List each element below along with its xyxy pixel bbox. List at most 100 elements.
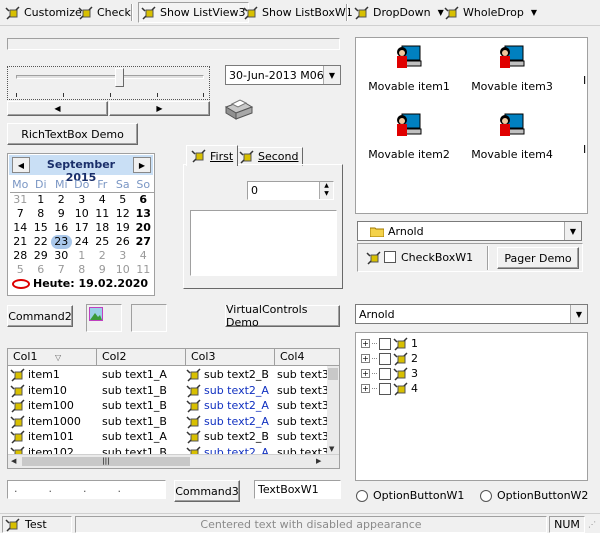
- calendar-day[interactable]: 21: [10, 235, 31, 249]
- expand-icon[interactable]: +: [361, 369, 370, 378]
- table-row[interactable]: item10 sub text1_B sub text2_A sub text3_A: [8, 383, 339, 398]
- calendar-day[interactable]: 29: [31, 249, 52, 263]
- calendar-day[interactable]: 20: [133, 221, 154, 235]
- calendar-day[interactable]: 11: [133, 263, 154, 277]
- calendar-day[interactable]: 15: [31, 221, 52, 235]
- calendar-day[interactable]: 1: [31, 193, 52, 207]
- list-item[interactable]: Movable item3: [467, 42, 557, 93]
- calendar-day[interactable]: 31: [10, 193, 31, 207]
- tree-checkbox[interactable]: [379, 382, 391, 395]
- spinner-buttons[interactable]: ▲ ▼: [319, 182, 333, 199]
- list-item[interactable]: Movable item4: [467, 110, 557, 161]
- chevron-down-icon[interactable]: ▼: [570, 305, 587, 323]
- calendar-day[interactable]: 10: [72, 207, 93, 221]
- tree-node[interactable]: +4: [361, 381, 418, 396]
- scroll-down-icon[interactable]: ▼: [329, 445, 334, 453]
- calendar-day[interactable]: 30: [51, 249, 72, 263]
- spinner-input[interactable]: 0 ▲ ▼: [247, 181, 334, 200]
- column-header[interactable]: Col1 ▽: [8, 349, 97, 366]
- option-button-w1[interactable]: OptionButtonW1: [356, 489, 464, 502]
- check-button[interactable]: Check: [76, 2, 133, 23]
- dropdown-button[interactable]: DropDown ▼: [352, 2, 446, 23]
- calendar-day[interactable]: 28: [10, 249, 31, 263]
- date-picker[interactable]: 30-Jun-2013 M06 ▼: [225, 65, 341, 85]
- calendar-day[interactable]: 9: [92, 263, 113, 277]
- calendar-day[interactable]: 14: [10, 221, 31, 235]
- calendar-day[interactable]: 4: [133, 249, 154, 263]
- table-row[interactable]: item1 sub text1_A sub text2_B sub text3_E: [8, 367, 339, 382]
- calendar-day[interactable]: 27: [133, 235, 154, 249]
- column-header[interactable]: Col4: [275, 349, 339, 366]
- calendar-day[interactable]: 17: [72, 221, 93, 235]
- slider-thumb[interactable]: [115, 68, 124, 87]
- calendar-day[interactable]: 6: [31, 263, 52, 277]
- calendar-day[interactable]: 5: [10, 263, 31, 277]
- column-header[interactable]: Col3: [186, 349, 275, 366]
- tree-node[interactable]: +1: [361, 336, 418, 351]
- textbox-w1[interactable]: TextBoxW1: [254, 480, 341, 499]
- tab-first[interactable]: First: [186, 145, 239, 166]
- expand-icon[interactable]: +: [361, 354, 370, 363]
- scrollbar-thumb[interactable]: [328, 368, 338, 380]
- calendar-day[interactable]: 19: [113, 221, 134, 235]
- masked-input[interactable]: ....: [7, 480, 166, 499]
- table-row[interactable]: item101 sub text1_A sub text2_B sub text3_E: [8, 429, 339, 444]
- calendar-day[interactable]: 7: [51, 263, 72, 277]
- calendar-day[interactable]: 6: [133, 193, 154, 207]
- tree-checkbox[interactable]: [379, 352, 391, 365]
- scroll-left-icon[interactable]: ◀: [11, 457, 16, 465]
- chevron-down-icon[interactable]: ▼: [323, 66, 340, 84]
- calendar-day[interactable]: 4: [92, 193, 113, 207]
- richtextbox-demo-button[interactable]: RichTextBox Demo: [7, 123, 138, 145]
- option-button-w2[interactable]: OptionButtonW2: [480, 489, 588, 502]
- name-combo[interactable]: Arnold ▼: [355, 304, 588, 324]
- icon-listview[interactable]: Movable item1 Movable item3 Movable item…: [355, 37, 588, 214]
- horizontal-scrollbar[interactable]: ◀ ||| ▶: [8, 454, 339, 468]
- slider[interactable]: [7, 66, 210, 100]
- list-item[interactable]: Movable item2: [364, 110, 454, 161]
- calendar-day[interactable]: 18: [92, 221, 113, 235]
- list-item[interactable]: Movable item1: [364, 42, 454, 93]
- calendar-day[interactable]: 7: [10, 207, 31, 221]
- next-month-button[interactable]: ▶: [133, 157, 151, 173]
- table-row[interactable]: item1000 sub text1_B sub text2_A sub text3_…: [8, 414, 339, 429]
- tree-checkbox[interactable]: [379, 337, 391, 350]
- calendar-day[interactable]: 9: [51, 207, 72, 221]
- calendar-day[interactable]: 11: [92, 207, 113, 221]
- calendar-day[interactable]: 13: [133, 207, 154, 221]
- scroll-left-button[interactable]: ◀: [7, 101, 108, 116]
- calendar-day[interactable]: 2: [51, 193, 72, 207]
- show-listview-button[interactable]: Show ListView3: [138, 2, 249, 23]
- calendar-day[interactable]: 3: [113, 249, 134, 263]
- checkbox-w1[interactable]: [384, 251, 396, 263]
- expand-icon[interactable]: +: [361, 339, 370, 348]
- scroll-right-button[interactable]: ▶: [109, 101, 210, 116]
- folder-combo[interactable]: Arnold ▼: [357, 221, 582, 241]
- calendar-day[interactable]: 16: [51, 221, 72, 235]
- column-header[interactable]: Col2: [97, 349, 186, 366]
- pager-demo-button[interactable]: Pager Demo: [497, 247, 579, 269]
- wholedrop-button[interactable]: WholeDrop ▼: [442, 2, 539, 23]
- chevron-down-icon[interactable]: ▼: [564, 222, 581, 240]
- calendar-day[interactable]: 26: [113, 235, 134, 249]
- table-row[interactable]: item100 sub text1_B sub text2_A sub text3_A: [8, 398, 339, 413]
- calendar-day[interactable]: 24: [72, 235, 93, 249]
- tree-node[interactable]: +3: [361, 366, 418, 381]
- report-listview[interactable]: Col1 ▽ Col2 Col3 Col4 item1 sub text1_A su…: [7, 348, 340, 469]
- calendar-day[interactable]: 2: [92, 249, 113, 263]
- virtualcontrols-demo-button[interactable]: VirtualControls Demo: [225, 303, 340, 329]
- calendar-day[interactable]: 23: [51, 235, 72, 249]
- calendar-today[interactable]: Heute: 19.02.2020: [12, 277, 148, 290]
- resize-grip-icon[interactable]: ⋰: [588, 520, 596, 529]
- expand-icon[interactable]: +: [361, 384, 370, 393]
- month-calendar[interactable]: ◀ September 2015 ▶ Mo Di Mi Do Fr Sa So 31 1 2 3 4 5…: [7, 153, 155, 296]
- tree-node[interactable]: +2: [361, 351, 418, 366]
- calendar-day[interactable]: 12: [113, 207, 134, 221]
- calendar-day[interactable]: 3: [72, 193, 93, 207]
- tree-checkbox[interactable]: [379, 367, 391, 380]
- command3-button[interactable]: Command3: [174, 480, 240, 502]
- customize-button[interactable]: Customize: [3, 2, 84, 23]
- calendar-day[interactable]: 22: [31, 235, 52, 249]
- treeview[interactable]: +1 +2 +3 +4: [355, 332, 588, 481]
- calendar-day[interactable]: 8: [31, 207, 52, 221]
